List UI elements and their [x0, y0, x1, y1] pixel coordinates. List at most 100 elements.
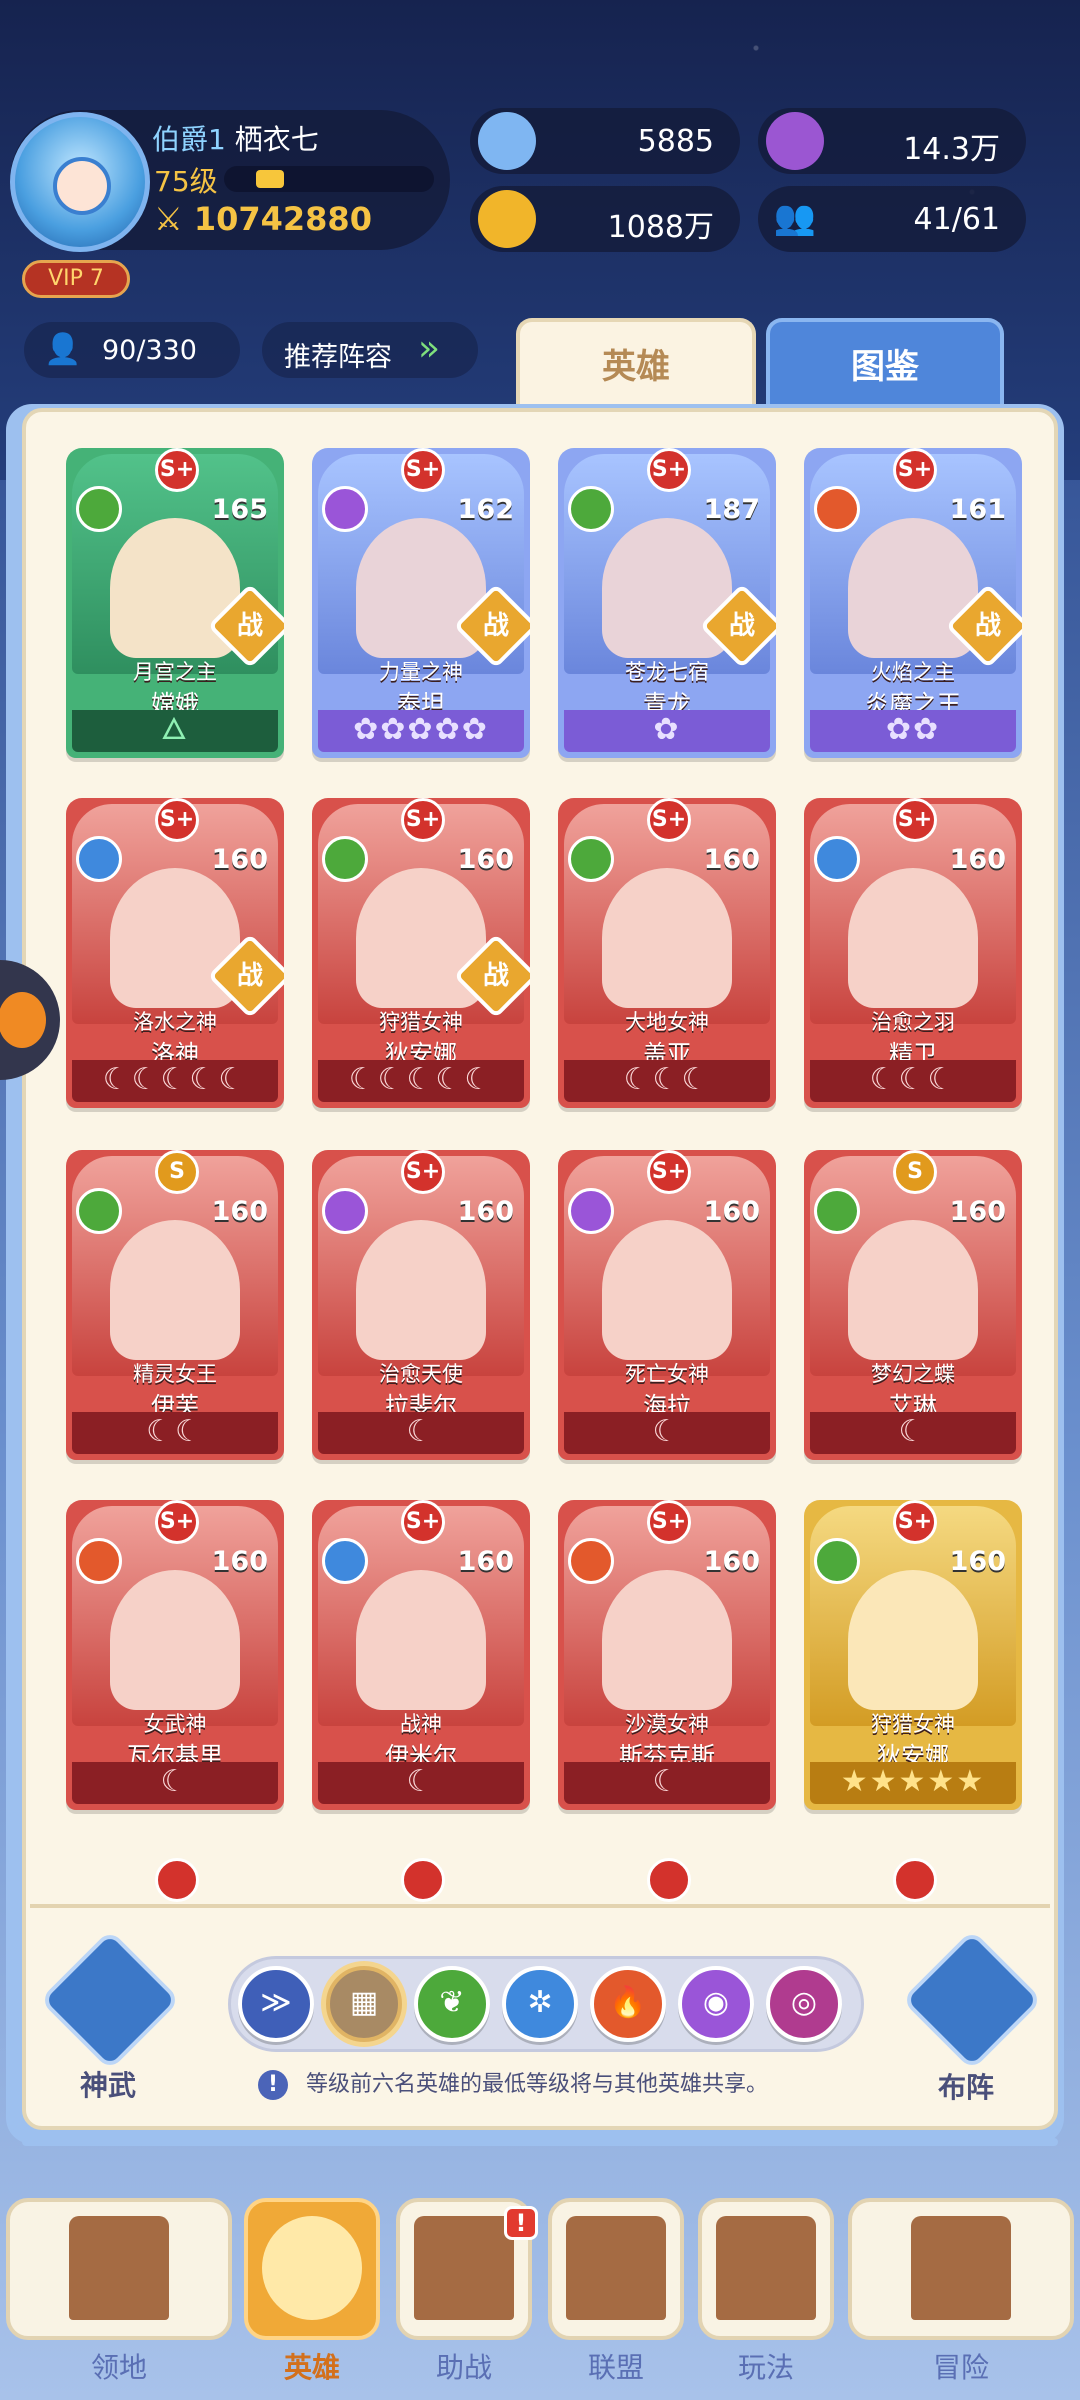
hero-card[interactable]: S+ 160 治愈天使 拉斐尔 ☾ [312, 1150, 530, 1460]
player-avatar[interactable] [10, 112, 150, 252]
battle-badge-label: 战 [482, 961, 509, 991]
friends-resource[interactable]: 👥 41/61 [758, 186, 1026, 252]
hero-title: 月宫之主 [133, 660, 217, 684]
tab-codex[interactable]: 图鉴 [766, 318, 1004, 412]
nav-gameplay-button[interactable] [698, 2198, 834, 2340]
hero-portrait [602, 868, 732, 1008]
hero-card[interactable]: S+ 160 女武神 瓦尔基里 ☾ [66, 1500, 284, 1810]
heroes-icon [262, 2216, 362, 2320]
hero-level: 160 [703, 1546, 760, 1577]
hero-card[interactable]: S 160 精灵女王 伊芙 ☾☾ [66, 1150, 284, 1460]
star-rating: ☾☾☾ [810, 1060, 1016, 1102]
all-filter-icon[interactable]: ▦ [326, 1966, 402, 2042]
grade-badge: S+ [401, 798, 445, 842]
hero-card[interactable]: S+ 162 战力量之神 泰坦 ✿✿✿✿✿ [312, 448, 530, 758]
hero-card[interactable]: S+ 160 战神 伊米尔 ☾ [312, 1500, 530, 1810]
hero-title: 大地女神 [625, 1010, 709, 1034]
star-rating: ✿✿ [810, 710, 1016, 752]
hero-card[interactable]: S+ 165 战月宫之主 嫦娥 🜂 [66, 448, 284, 758]
fire-element-icon [76, 1538, 122, 1584]
hero-card[interactable]: S 160 梦幻之蝶 艾琳 ☾ [804, 1150, 1022, 1460]
hero-card[interactable]: S+ 160 战洛水之神 洛神 ☾☾☾☾☾ [66, 798, 284, 1108]
water-element-icon [76, 836, 122, 882]
fire-element-icon [568, 1538, 614, 1584]
star-rating: ☾ [72, 1762, 278, 1804]
lineup-label: 布阵 [938, 2071, 995, 2104]
star-rating: ☾ [318, 1762, 524, 1804]
diamond-value: 5885 [637, 124, 714, 159]
star-rating: ☾ [564, 1762, 770, 1804]
vip-badge[interactable]: VIP 7 [22, 260, 130, 298]
divider [30, 1904, 1050, 1908]
player-level: 75级 [154, 165, 218, 198]
hero-card-partial[interactable] [804, 1858, 1022, 1906]
hero-card-partial[interactable] [66, 1858, 284, 1906]
light-element-icon [568, 1188, 614, 1234]
nav-territory-button[interactable] [6, 2198, 232, 2340]
territory-icon [69, 2216, 169, 2320]
hero-level: 162 [457, 494, 514, 525]
light-filter-icon[interactable]: ◉ [678, 1966, 754, 2042]
hero-portrait [848, 1220, 978, 1360]
fire-filter-icon[interactable]: 🔥 [590, 1966, 666, 2042]
nav-gameplay-label: 玩法 [737, 2351, 794, 2384]
rank-up-filter-icon[interactable]: ≫ [238, 1966, 314, 2042]
wood-filter-icon[interactable]: ❦ [414, 1966, 490, 2042]
star-rating: ★★★★★ [810, 1762, 1016, 1804]
hero-level: 187 [703, 494, 760, 525]
nav-heroes-button[interactable] [244, 2198, 380, 2340]
hero-level: 160 [211, 1546, 268, 1577]
hero-portrait [110, 1220, 240, 1360]
hero-level: 160 [949, 1196, 1006, 1227]
tab-heroes[interactable]: 英雄 [516, 318, 756, 412]
dark-filter-icon[interactable]: ◎ [766, 1966, 842, 2042]
nav-alliance-button[interactable] [548, 2198, 684, 2340]
diamond-resource[interactable]: 5885 [470, 108, 740, 174]
hero-card[interactable]: S+ 160 沙漠女神 斯芬克斯 ☾ [558, 1500, 776, 1810]
grade-badge: S+ [893, 798, 937, 842]
light-element-icon [322, 1188, 368, 1234]
battle-badge-label: 战 [974, 611, 1001, 641]
grade-badge: S+ [401, 1500, 445, 1544]
hero-card[interactable]: S+ 160 战狩猎女神 狄安娜 ☾☾☾☾☾ [312, 798, 530, 1108]
nav-adventure-label: 冒险 [932, 2351, 989, 2384]
hero-level: 160 [457, 1196, 514, 1227]
hero-level: 160 [457, 1546, 514, 1577]
hero-portrait [356, 1220, 486, 1360]
purple-coin-resource[interactable]: 14.3万 [758, 108, 1026, 174]
grade-badge: S+ [893, 448, 937, 492]
assist-alert-badge: ! [504, 2206, 538, 2240]
hero-card[interactable]: S+ 160 大地女神 盖亚 ☾☾☾ [558, 798, 776, 1108]
grade-badge: S+ [155, 1500, 199, 1544]
friends-icon: 👥 [773, 198, 817, 238]
grade-badge: S+ [401, 1150, 445, 1194]
star-rating: ✿✿✿✿✿ [318, 710, 524, 752]
hero-card[interactable]: S+ 160 狩猎女神 狄安娜 ★★★★★ [804, 1500, 1022, 1810]
hero-card-partial[interactable] [558, 1858, 776, 1906]
info-icon: ! [258, 2070, 288, 2100]
wood-element-icon [814, 1538, 860, 1584]
wood-element-icon [76, 1188, 122, 1234]
battle-badge-label: 战 [236, 961, 263, 991]
hero-card[interactable]: S+ 161 战火焰之主 炎魔之王 ✿✿ [804, 448, 1022, 758]
nav-adventure-button[interactable] [848, 2198, 1074, 2340]
hero-card[interactable]: S+ 187 战苍龙七宿 青龙 ✿ [558, 448, 776, 758]
grade-badge: S+ [647, 1150, 691, 1194]
combat-power-value: 10742880 [193, 200, 372, 238]
hero-card[interactable]: S+ 160 治愈之羽 精卫 ☾☾☾ [804, 798, 1022, 1108]
hero-title: 精灵女王 [133, 1362, 217, 1386]
recommend-lineup-button[interactable]: 推荐阵容 » [262, 322, 478, 378]
gold-resource[interactable]: 1088万 [470, 186, 740, 252]
hero-title: 火焰之主 [871, 660, 955, 684]
grade-badge: S+ [401, 448, 445, 492]
grade-badge: S+ [647, 448, 691, 492]
hero-card[interactable]: S+ 160 死亡女神 海拉 ☾ [558, 1150, 776, 1460]
recommend-lineup-label: 推荐阵容 [284, 342, 392, 373]
nav-assist-label: 助战 [435, 2351, 492, 2384]
hero-card-partial[interactable] [312, 1858, 530, 1906]
water-filter-icon[interactable]: ✲ [502, 1966, 578, 2042]
hero-portrait [602, 1570, 732, 1710]
purple-coin-icon [766, 112, 824, 170]
double-chevron-right-icon: » [418, 328, 441, 369]
grade-badge: S [155, 1150, 199, 1194]
